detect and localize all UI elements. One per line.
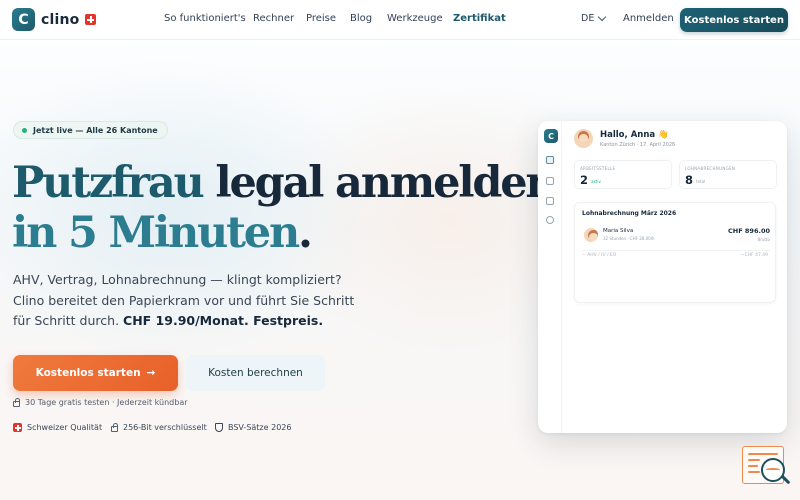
people-icon: [546, 177, 554, 185]
language-selector[interactable]: DE: [581, 12, 607, 24]
header-cta-button[interactable]: Kostenlos starten: [680, 8, 788, 32]
mockup-sidebar: C: [538, 121, 562, 433]
home-icon: [546, 156, 554, 164]
swiss-flag-icon: [13, 423, 22, 432]
shield-icon: [215, 423, 223, 432]
employee-name: Maria Silva: [603, 228, 634, 234]
hero-lead: AHV, Vertrag, Lohnabrechnung — klingt ko…: [13, 270, 373, 332]
settings-icon: [546, 216, 554, 224]
document-icon: [546, 197, 554, 205]
nav-link-how-it-works[interactable]: So funktioniert's: [164, 13, 246, 24]
trust-label: Schweizer Qualität: [27, 423, 103, 432]
title-accent: in 5 Minuten: [12, 208, 300, 258]
live-dot-icon: [22, 127, 27, 133]
nav-link-certificate[interactable]: Zertifikat: [453, 13, 506, 24]
swiss-flag-icon: [85, 14, 97, 25]
chevron-down-icon: [598, 12, 607, 22]
badge-label: Jetzt live — Alle 26 Kantone: [33, 125, 158, 135]
language-label: DE: [581, 13, 595, 24]
payroll-amount-label: Brutto: [757, 237, 770, 242]
deduction-label: − AHV / IV / EO: [582, 253, 617, 258]
login-link[interactable]: Anmelden: [623, 13, 674, 24]
trust-item-swiss-quality: Schweizer Qualität: [13, 423, 102, 432]
payroll-card: Lohnabrechnung März 2026 Maria Silva 32 …: [574, 202, 776, 303]
stat-value: 2: [580, 173, 589, 187]
trial-note-text: 30 Tage gratis testen · Jederzeit kündba…: [25, 398, 188, 407]
greeting-subtitle: Kanton Zürich · 17. April 2026: [600, 141, 676, 148]
hero-title-line-1: Putzfrau legal anmelden: [12, 162, 557, 205]
trust-item-encryption: 256-Bit verschlüsselt: [111, 423, 207, 432]
lead-text-3: für Schritt durch.: [13, 313, 124, 328]
site-header: C clino So funktioniert's Rechner Preise…: [0, 0, 800, 40]
mockup-logo: C: [544, 129, 558, 143]
employee-meta: 32 Stunden · CHF 28.00/h: [603, 236, 655, 241]
lead-text-2: Clino bereitet den Papierkram vor und fü…: [13, 292, 355, 308]
lock-icon: [111, 423, 118, 432]
trust-item-bsv: BSV-Sätze 2026: [215, 423, 291, 432]
title-accent: Putzfrau: [12, 158, 205, 208]
lead-price: CHF 19.90/Monat. Festpreis.: [123, 313, 324, 328]
stat-card-workplaces: ARBEITSSTELLE 2 aktiv: [574, 160, 672, 189]
title-text: legal anmelden: [202, 158, 556, 208]
divider: [582, 250, 770, 251]
trial-note: 30 Tage gratis testen · Jederzeit kündba…: [13, 398, 188, 407]
nav-link-blog[interactable]: Blog: [350, 13, 372, 24]
brand-logo[interactable]: C clino: [12, 8, 97, 31]
stat-label: LOHNABRECHNUNGEN: [685, 166, 736, 171]
widget-line: [748, 465, 758, 467]
stat-label: ARBEITSSTELLE: [580, 166, 616, 171]
calculate-costs-button[interactable]: Kosten berechnen: [186, 355, 325, 391]
stat-value: 8: [685, 173, 694, 187]
logo-mark: C: [12, 8, 35, 31]
payroll-title: Lohnabrechnung März 2026: [582, 210, 677, 217]
mockup-greeting: Hallo, Anna 👋 Kanton Zürich · 17. April …: [574, 129, 675, 148]
widget-line: [748, 459, 760, 461]
payroll-amount: CHF 896.00: [728, 227, 770, 235]
dashboard-mockup: C Hallo, Anna 👋 Kanton Zürich · 17. Apri…: [538, 121, 787, 433]
stat-card-payrolls: LOHNABRECHNUNGEN 8 total: [679, 160, 777, 189]
avatar: [584, 228, 598, 242]
search-widget-icon[interactable]: [742, 446, 791, 488]
brand-name: clino: [41, 11, 80, 28]
nav-link-calculator[interactable]: Rechner: [253, 13, 294, 24]
widget-line: [748, 471, 760, 473]
nav-link-pricing[interactable]: Preise: [306, 13, 336, 24]
start-free-label: Kostenlos starten: [35, 367, 141, 379]
lock-icon: [13, 398, 20, 407]
widget-line: [748, 453, 778, 455]
nav-link-tools[interactable]: Werkzeuge: [387, 13, 443, 24]
arrow-right-icon: →: [146, 367, 156, 379]
lead-text-1: AHV, Vertrag, Lohnabrechnung — klingt ko…: [13, 272, 342, 287]
hero-title-line-2: in 5 Minuten.: [12, 212, 313, 255]
trust-label: 256-Bit verschlüsselt: [123, 423, 207, 432]
wave-icon: [766, 468, 780, 471]
greeting-title: Hallo, Anna 👋: [600, 129, 669, 140]
avatar: [574, 129, 593, 148]
stat-sub: total: [696, 179, 706, 184]
payroll-row: Maria Silva 32 Stunden · CHF 28.00/h CHF…: [582, 225, 770, 247]
start-free-button[interactable]: Kostenlos starten →: [13, 355, 178, 391]
stat-sub: aktiv: [591, 179, 601, 184]
deduction-amount: −CHF 47.49: [740, 253, 768, 258]
title-period: .: [298, 208, 313, 258]
trust-label: BSV-Sätze 2026: [228, 423, 292, 432]
live-badge: Jetzt live — Alle 26 Kantone: [13, 121, 168, 139]
